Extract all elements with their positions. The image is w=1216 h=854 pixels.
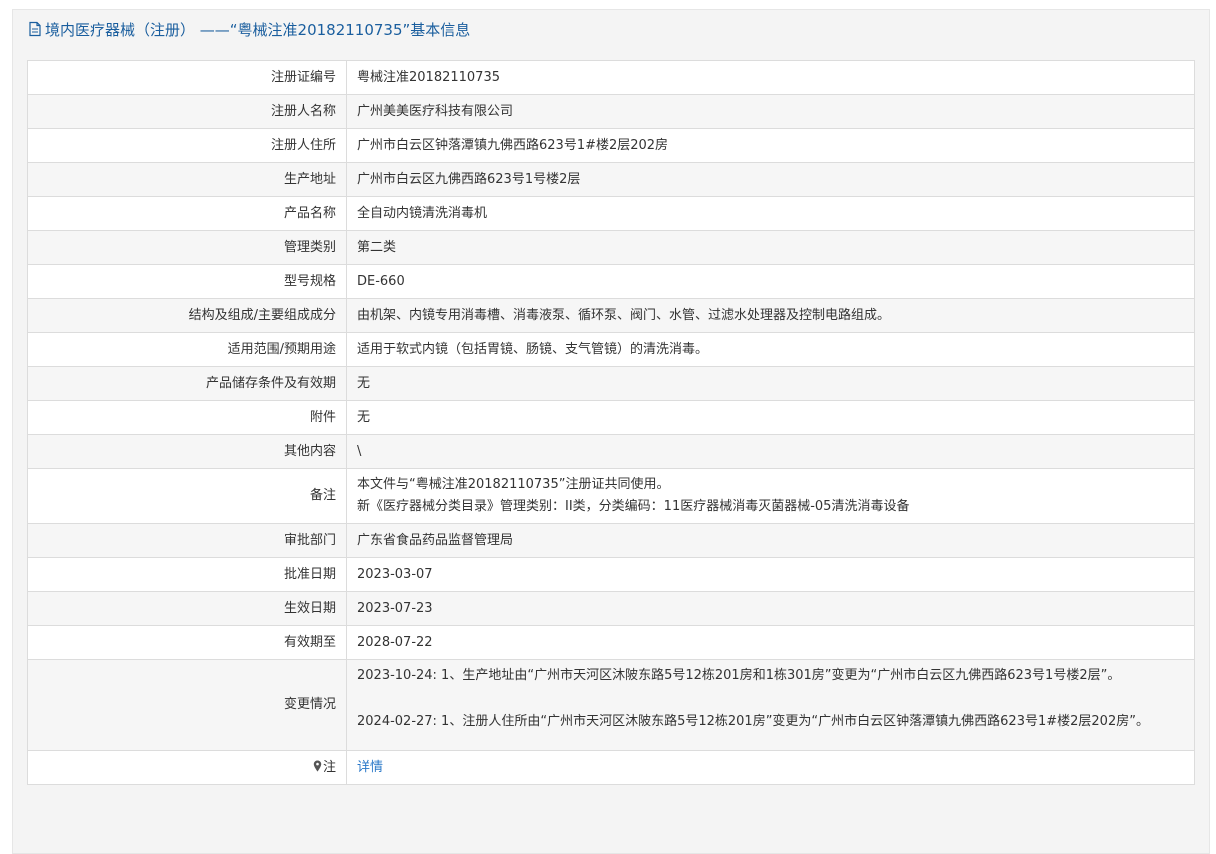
map-pin-icon — [313, 760, 322, 771]
row-label: 变更情况 — [27, 659, 347, 751]
table-row: 注册人住所 广州市白云区钟落潭镇九佛西路623号1#楼2层202房 — [27, 128, 1195, 163]
row-label: 注册证编号 — [27, 60, 347, 95]
table-row: 结构及组成/主要组成成分 由机架、内镜专用消毒槽、消毒液泵、循环泵、阀门、水管、过… — [27, 298, 1195, 333]
table-row: 生产地址 广州市白云区九佛西路623号1号楼2层 — [27, 162, 1195, 197]
row-label: 生产地址 — [27, 162, 347, 197]
row-value: 粤械注准20182110735 — [346, 60, 1195, 95]
row-value: 广州美美医疗科技有限公司 — [346, 94, 1195, 129]
row-label: 适用范围/预期用途 — [27, 332, 347, 367]
page-title: 境内医疗器械（注册） ——“粤械注准20182110735”基本信息 — [45, 20, 471, 39]
table-row: 有效期至 2028-07-22 — [27, 625, 1195, 660]
table-row: 管理类别 第二类 — [27, 230, 1195, 265]
remark-row: 备注 本文件与“粤械注准20182110735”注册证共同使用。 新《医疗器械分… — [27, 468, 1195, 524]
row-value: 广州市白云区钟落潭镇九佛西路623号1#楼2层202房 — [346, 128, 1195, 163]
note-row: 注 详情 — [27, 750, 1195, 785]
row-label: 附件 — [27, 400, 347, 435]
row-value: 无 — [346, 366, 1195, 401]
row-value: 2023-07-23 — [346, 591, 1195, 626]
change-entry: 2024-02-27: 1、注册人住所由“广州市天河区沐陂东路5号12栋201房… — [357, 714, 1149, 729]
detail-panel: 境内医疗器械（注册） ——“粤械注准20182110735”基本信息 注册证编号… — [12, 9, 1210, 854]
row-label: 注册人名称 — [27, 94, 347, 129]
remark-line: 新《医疗器械分类目录》管理类别：II类，分类编码：11医疗器械消毒灭菌器械-05… — [357, 499, 910, 514]
row-value: 由机架、内镜专用消毒槽、消毒液泵、循环泵、阀门、水管、过滤水处理器及控制电路组成… — [346, 298, 1195, 333]
row-value: DE-660 — [346, 264, 1195, 299]
table-row: 适用范围/预期用途 适用于软式内镜（包括胃镜、肠镜、支气管镜）的清洗消毒。 — [27, 332, 1195, 367]
row-value: 适用于软式内镜（包括胃镜、肠镜、支气管镜）的清洗消毒。 — [346, 332, 1195, 367]
row-value: 全自动内镜清洗消毒机 — [346, 196, 1195, 231]
table-row: 产品名称 全自动内镜清洗消毒机 — [27, 196, 1195, 231]
table-row: 审批部门 广东省食品药品监督管理局 — [27, 523, 1195, 558]
row-label: 生效日期 — [27, 591, 347, 626]
table-row: 产品储存条件及有效期无 — [27, 366, 1195, 401]
info-table-wrap: 注册证编号 粤械注准20182110735 注册人名称 广州美美医疗科技有限公司 注… — [27, 60, 1195, 785]
row-value: 广州市白云区九佛西路623号1号楼2层 — [346, 162, 1195, 197]
row-value: 无 — [346, 400, 1195, 435]
row-label: 其他内容 — [27, 434, 347, 469]
change-history-value: 2023-10-24: 1、生产地址由“广州市天河区沐陂东路5号12栋201房和… — [346, 659, 1195, 751]
table-row: 注册人名称 广州美美医疗科技有限公司 — [27, 94, 1195, 129]
row-label: 批准日期 — [27, 557, 347, 592]
row-value: 广东省食品药品监督管理局 — [346, 523, 1195, 558]
change-history-row: 变更情况 2023-10-24: 1、生产地址由“广州市天河区沐陂东路5号12栋… — [27, 659, 1195, 751]
row-label: 审批部门 — [27, 523, 347, 558]
change-entry: 2023-10-24: 1、生产地址由“广州市天河区沐陂东路5号12栋201房和… — [357, 668, 1121, 683]
note-label: 注 — [322, 759, 336, 775]
note-label-cell: 注 — [27, 750, 347, 785]
info-table: 注册证编号 粤械注准20182110735 注册人名称 广州美美医疗科技有限公司 注… — [27, 60, 1195, 785]
row-label: 管理类别 — [27, 230, 347, 265]
table-row: 注册证编号 粤械注准20182110735 — [27, 60, 1195, 95]
row-label: 产品储存条件及有效期 — [27, 366, 347, 401]
document-icon — [29, 21, 41, 37]
note-value: 详情 — [346, 750, 1195, 785]
row-value: 2028-07-22 — [346, 625, 1195, 660]
remark-line: 本文件与“粤械注准20182110735”注册证共同使用。 — [357, 477, 670, 492]
table-row: 型号规格 DE-660 — [27, 264, 1195, 299]
row-label: 备注 — [27, 468, 347, 524]
row-label: 注册人住所 — [27, 128, 347, 163]
table-row: 生效日期 2023-07-23 — [27, 591, 1195, 626]
row-value: 第二类 — [346, 230, 1195, 265]
row-label: 结构及组成/主要组成成分 — [27, 298, 347, 333]
row-label: 有效期至 — [27, 625, 347, 660]
row-label: 型号规格 — [27, 264, 347, 299]
table-row: 批准日期 2023-03-07 — [27, 557, 1195, 592]
detail-link[interactable]: 详情 — [357, 760, 383, 775]
table-row: 其他内容 \ — [27, 434, 1195, 469]
row-value: 2023-03-07 — [346, 557, 1195, 592]
table-row: 附件无 — [27, 400, 1195, 435]
panel-header: 境内医疗器械（注册） ——“粤械注准20182110735”基本信息 — [13, 10, 1209, 48]
row-label: 产品名称 — [27, 196, 347, 231]
row-value: \ — [346, 434, 1195, 469]
remark-value: 本文件与“粤械注准20182110735”注册证共同使用。 新《医疗器械分类目录… — [346, 468, 1195, 524]
